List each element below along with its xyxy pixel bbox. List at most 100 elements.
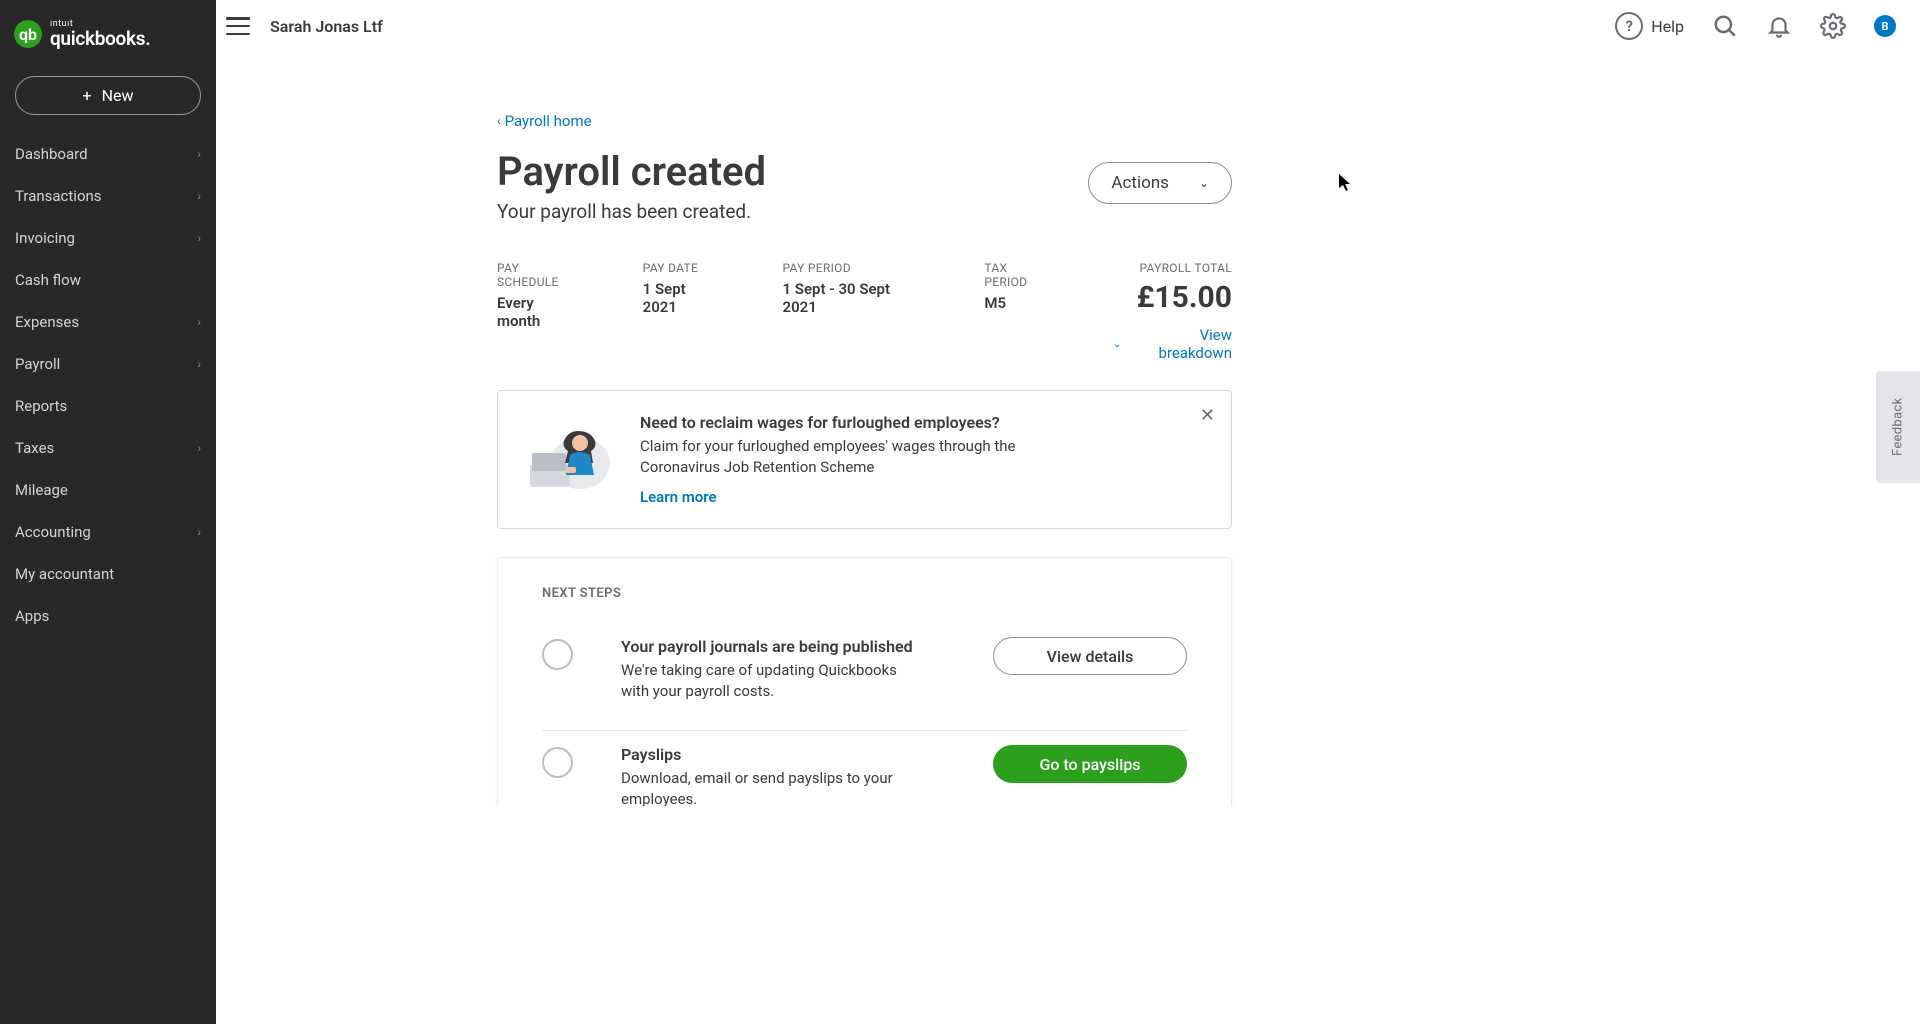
nav-label: Taxes (15, 439, 54, 457)
step-row-journals: Your payroll journals are being publishe… (542, 623, 1187, 731)
logo[interactable]: qb ıntuıt quickbooks. (0, 12, 216, 68)
illustration-icon (522, 413, 622, 489)
main-content: ‹ Payroll home Payroll created Your payr… (216, 52, 1512, 806)
sidebar-item-my-accountant[interactable]: My accountant (0, 553, 216, 595)
step-status-icon (542, 639, 573, 670)
summary-row: PAY SCHEDULE Every month PAY DATE 1 Sept… (497, 261, 1232, 362)
summary-label: PAY SCHEDULE (497, 261, 581, 289)
chevron-down-icon: ⌄ (1113, 339, 1121, 350)
next-steps-card: NEXT STEPS Your payroll journals are bei… (497, 557, 1232, 806)
hamburger-icon[interactable] (226, 17, 250, 35)
chevron-right-icon: › (197, 315, 201, 329)
chevron-left-icon: ‹ (497, 114, 501, 128)
learn-more-link[interactable]: Learn more (640, 488, 1207, 506)
go-to-payslips-button[interactable]: Go to payslips (993, 745, 1187, 783)
nav-label: Dashboard (15, 145, 88, 163)
breadcrumb-label: Payroll home (505, 112, 592, 130)
sidebar: qb ıntuıt quickbooks. + New Dashboard › T… (0, 0, 216, 1024)
title-block: Payroll created Your payroll has been cr… (497, 150, 766, 223)
step-status-icon (542, 747, 573, 778)
info-desc: Claim for your furloughed employees' wag… (640, 436, 1060, 478)
chevron-down-icon: ⌄ (1199, 176, 1209, 190)
nav-label: Payroll (15, 355, 60, 373)
nav-label: Expenses (15, 313, 79, 331)
view-details-button[interactable]: View details (993, 637, 1187, 675)
feedback-tab[interactable]: Feedback (1876, 371, 1920, 483)
sidebar-item-transactions[interactable]: Transactions › (0, 175, 216, 217)
topbar-right: ? Help B (1615, 12, 1896, 40)
breakdown-label: View breakdown (1127, 326, 1232, 362)
sidebar-item-expenses[interactable]: Expenses › (0, 301, 216, 343)
info-title: Need to reclaim wages for furloughed emp… (640, 413, 1207, 432)
summary-label: PAY PERIOD (783, 261, 923, 275)
search-icon[interactable] (1712, 13, 1738, 39)
info-text: Need to reclaim wages for furloughed emp… (640, 413, 1207, 506)
new-button[interactable]: + New (15, 76, 201, 115)
chevron-right-icon: › (197, 357, 201, 371)
sidebar-item-mileage[interactable]: Mileage (0, 469, 216, 511)
help-button[interactable]: ? Help (1615, 12, 1684, 40)
summary-pay-period: PAY PERIOD 1 Sept - 30 Sept 2021 (783, 261, 923, 316)
nav-label: My accountant (15, 565, 114, 583)
step-desc: We're taking care of updating Quickbooks… (621, 660, 901, 702)
help-label: Help (1651, 17, 1684, 36)
page-title: Payroll created (497, 150, 766, 194)
chevron-right-icon: › (197, 189, 201, 203)
sidebar-item-reports[interactable]: Reports (0, 385, 216, 427)
topbar: Sarah Jonas Ltf ? Help B (216, 0, 1920, 52)
nav-label: Transactions (15, 187, 102, 205)
gear-icon[interactable] (1820, 13, 1846, 39)
summary-label: PAYROLL TOTAL (1113, 261, 1232, 275)
sidebar-item-cash-flow[interactable]: Cash flow (0, 259, 216, 301)
info-card: ✕ Need to reclaim wages for furloughed e… (497, 390, 1232, 529)
sidebar-item-taxes[interactable]: Taxes › (0, 427, 216, 469)
page-subtitle: Your payroll has been created. (497, 200, 766, 223)
nav-label: Accounting (15, 523, 91, 541)
bell-icon[interactable] (1766, 13, 1792, 39)
step-text: Payslips Download, email or send payslip… (621, 745, 945, 806)
header-row: Payroll created Your payroll has been cr… (497, 150, 1232, 223)
summary-total: PAYROLL TOTAL £15.00 ⌄ View breakdown (1113, 261, 1232, 362)
chevron-right-icon: › (197, 525, 201, 539)
close-icon[interactable]: ✕ (1200, 405, 1215, 426)
sidebar-item-dashboard[interactable]: Dashboard › (0, 133, 216, 175)
step-desc: Download, email or send payslips to your… (621, 768, 901, 806)
nav-label: Invoicing (15, 229, 75, 247)
summary-label: PAY DATE (643, 261, 721, 275)
summary-value: Every month (497, 294, 581, 330)
logo-text: ıntuıt quickbooks. (50, 20, 150, 48)
new-button-label: New (102, 86, 134, 105)
chevron-right-icon: › (197, 147, 201, 161)
chevron-right-icon: › (197, 441, 201, 455)
plus-icon: + (83, 86, 92, 105)
nav-label: Cash flow (15, 271, 81, 289)
breadcrumb[interactable]: ‹ Payroll home (497, 112, 1232, 130)
summary-label: TAX PERIOD (984, 261, 1051, 289)
topbar-left: Sarah Jonas Ltf (226, 17, 383, 36)
company-name[interactable]: Sarah Jonas Ltf (270, 17, 383, 36)
sidebar-item-accounting[interactable]: Accounting › (0, 511, 216, 553)
summary-value: M5 (984, 294, 1051, 312)
nav-label: Apps (15, 607, 49, 625)
view-breakdown-link[interactable]: ⌄ View breakdown (1113, 326, 1232, 362)
step-heading: Your payroll journals are being publishe… (621, 637, 945, 656)
actions-label: Actions (1111, 173, 1169, 193)
logo-badge-icon: qb (14, 20, 42, 48)
step-text: Your payroll journals are being publishe… (621, 637, 945, 702)
summary-value: 1 Sept 2021 (643, 280, 721, 316)
sidebar-item-invoicing[interactable]: Invoicing› (0, 217, 216, 259)
help-icon: ? (1615, 12, 1643, 40)
sidebar-item-apps[interactable]: Apps (0, 595, 216, 637)
summary-pay-date: PAY DATE 1 Sept 2021 (643, 261, 721, 316)
step-row-payslips: Payslips Download, email or send payslip… (542, 731, 1187, 806)
actions-dropdown[interactable]: Actions ⌄ (1088, 162, 1232, 204)
content-wrapper: ‹ Payroll home Payroll created Your payr… (497, 112, 1232, 806)
avatar[interactable]: B (1874, 15, 1896, 37)
summary-schedule: PAY SCHEDULE Every month (497, 261, 581, 330)
summary-value: 1 Sept - 30 Sept 2021 (783, 280, 923, 316)
step-heading: Payslips (621, 745, 945, 764)
nav-label: Reports (15, 397, 67, 415)
nav-list: Dashboard› Transactions› Invoicing› Cash… (0, 133, 216, 637)
sidebar-item-payroll[interactable]: Payroll › (0, 343, 216, 385)
nav-label: Mileage (15, 481, 68, 499)
